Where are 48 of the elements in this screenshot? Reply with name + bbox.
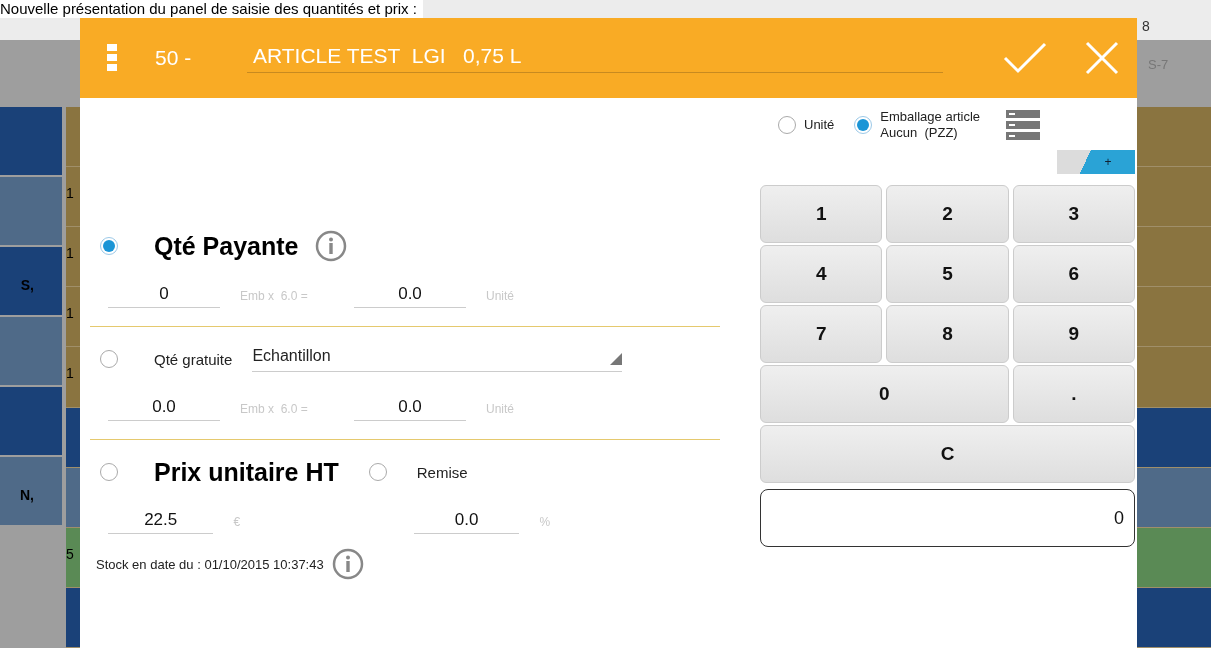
input-field[interactable]: 0: [108, 284, 220, 308]
row-text: N,: [20, 487, 34, 503]
keypad-key[interactable]: 6: [1012, 245, 1135, 303]
keypad-key[interactable]: 1: [760, 185, 883, 243]
close-icon[interactable]: [1085, 41, 1119, 75]
add-button[interactable]: +: [1057, 150, 1135, 174]
row-text: 1: [66, 245, 74, 262]
input-field[interactable]: 0.0: [354, 397, 466, 421]
packaging-label: Emballage article: [880, 109, 981, 125]
keypad-key[interactable]: 3: [1012, 185, 1135, 243]
header-number: 8: [1142, 18, 1150, 34]
row-text: 1: [66, 365, 74, 382]
caret-icon: [610, 352, 623, 365]
keypad-key[interactable]: C: [760, 425, 1135, 483]
section-label: Qté Payante: [154, 231, 299, 261]
unit-label: %: [539, 515, 552, 529]
keypad-key[interactable]: .: [1012, 365, 1135, 423]
packaging-label: Unité: [804, 117, 835, 133]
input-field[interactable]: 22.5: [108, 510, 214, 534]
stock-date: Stock en date du : 01/10/2015 10:37:43: [96, 556, 324, 572]
option-label: Remise: [416, 463, 468, 481]
info-icon[interactable]: [314, 230, 347, 262]
row-text: 1: [66, 305, 74, 322]
row-text: 5: [66, 545, 74, 562]
keypad-key[interactable]: 5: [886, 245, 1009, 303]
row-text: 1: [66, 185, 74, 202]
unit-label: €: [233, 515, 242, 529]
input-field[interactable]: 0.0: [354, 284, 466, 308]
packaging-value: Aucun (PZZ): [880, 125, 959, 141]
row-text: S,: [20, 277, 34, 293]
keypad-key[interactable]: 4: [760, 245, 883, 303]
dropdown[interactable]: Echantillon: [252, 346, 623, 372]
input-field[interactable]: 0.0: [108, 397, 220, 421]
keypad-key[interactable]: 9: [1012, 305, 1135, 363]
list-icon[interactable]: [1006, 110, 1041, 140]
menu-icon[interactable]: [107, 44, 117, 72]
caption-text: Nouvelle présentation du panel de saisie des quantités et prix :: [0, 0, 423, 18]
keypad-key[interactable]: 0: [760, 365, 1009, 423]
section-label: Prix unitaire HT: [154, 457, 339, 487]
article-number: 50 -: [155, 46, 193, 70]
section-label: Qté gratuite: [154, 350, 233, 368]
keypad-key[interactable]: 2: [886, 185, 1009, 243]
check-icon[interactable]: [1003, 41, 1047, 75]
keypad-key[interactable]: 8: [886, 305, 1009, 363]
info-icon[interactable]: [331, 548, 364, 580]
value-display: 0: [760, 489, 1135, 547]
keypad-key[interactable]: 7: [760, 305, 883, 363]
input-field[interactable]: 0.0: [414, 510, 520, 534]
